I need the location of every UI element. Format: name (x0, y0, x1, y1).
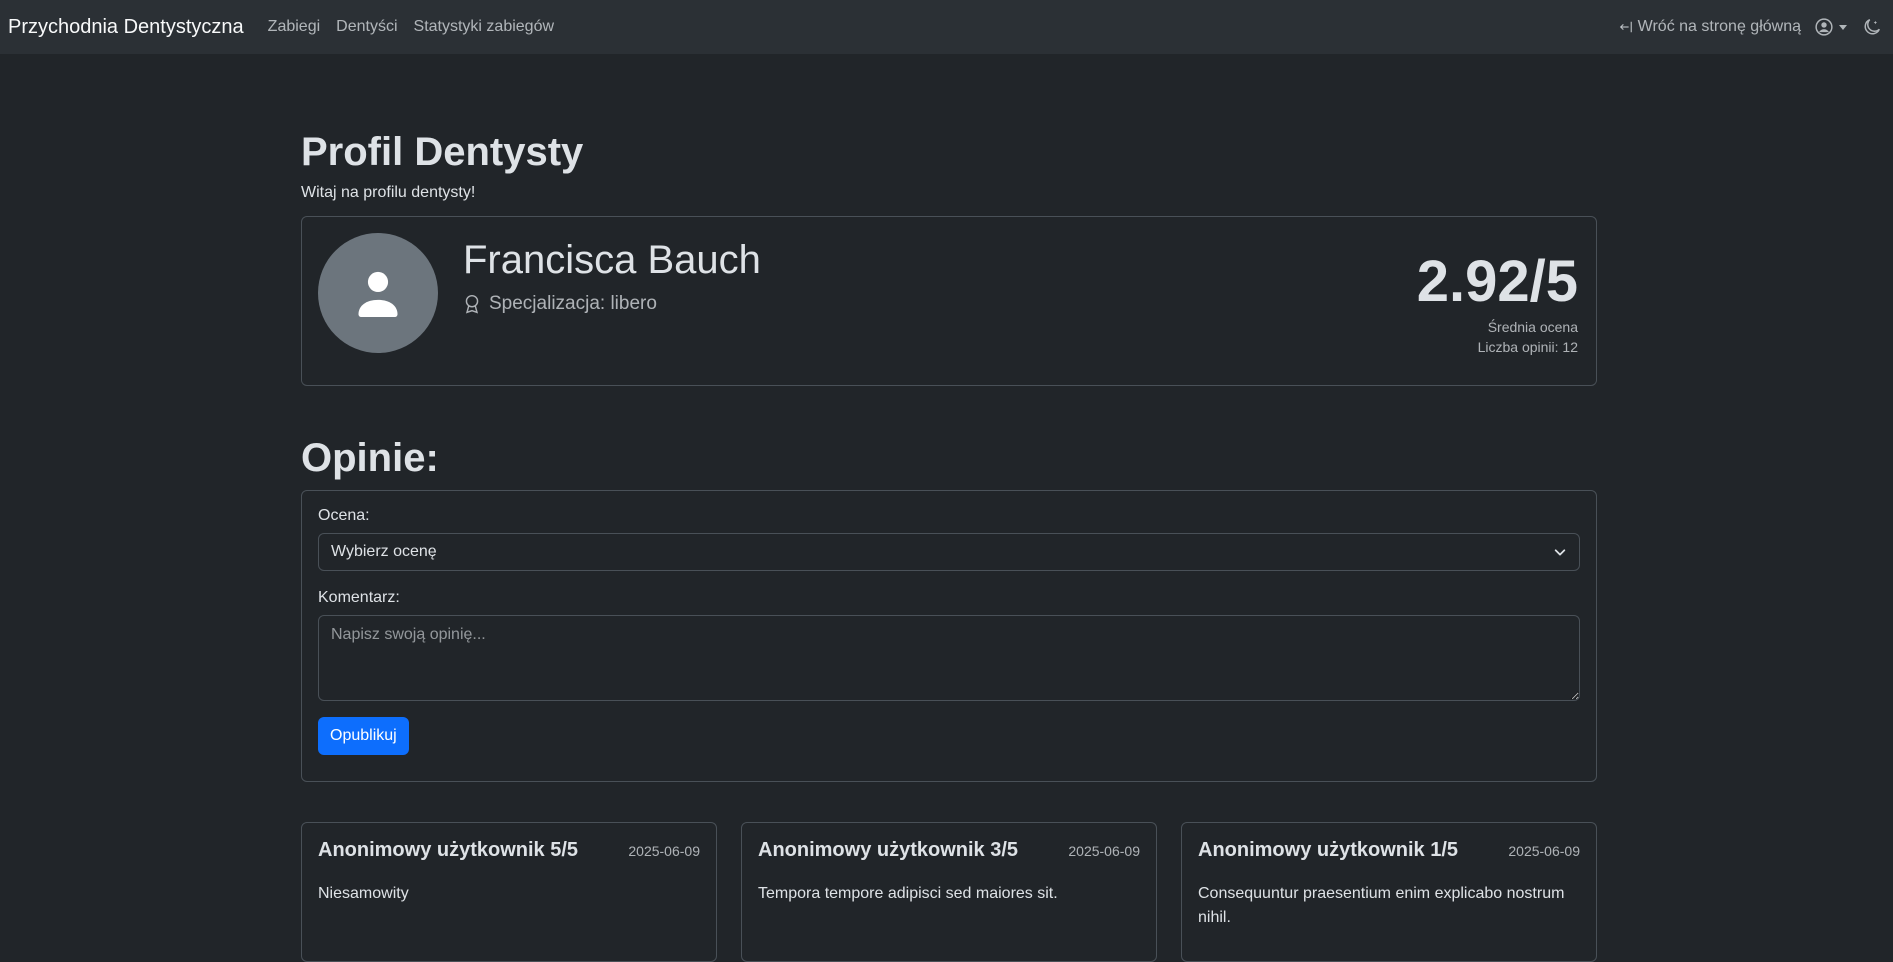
navbar: Przychodnia Dentystyczna Zabiegi Dentyśc… (0, 0, 1893, 54)
theme-toggle[interactable] (1863, 18, 1881, 36)
review-date: 2025-06-09 (628, 843, 700, 859)
review-header: Anonimowy użytkownik 5/5 2025-06-09 (318, 839, 700, 862)
review-card: Anonimowy użytkownik 5/5 2025-06-09 Nies… (301, 822, 717, 962)
comment-label: Komentarz: (318, 589, 400, 606)
chevron-down-icon (1839, 24, 1847, 30)
page-subtitle: Witaj na profilu dentysty! (301, 184, 476, 201)
review-text: Niesamowity (318, 885, 409, 902)
home-link[interactable]: Wróć na stronę główną (1619, 18, 1801, 36)
review-date: 2025-06-09 (1068, 843, 1140, 859)
review-author: Anonimowy użytkownik 3/5 (758, 839, 1019, 861)
person-circle-icon (1815, 18, 1833, 36)
main-container: Profil Dentysty Witaj na profilu dentyst… (301, 54, 1597, 962)
rating-label: Ocena: (318, 507, 370, 524)
comment-textarea[interactable] (318, 615, 1580, 701)
nav-links: Zabiegi Dentyści Statystyki zabiegów (268, 18, 570, 36)
page-title: Profil Dentysty (301, 130, 584, 174)
average-rating-label: Średnia ocena (1487, 319, 1578, 335)
moon-stars-icon (1864, 19, 1880, 35)
opinions-title: Opinie: (301, 436, 439, 480)
review-author: Anonimowy użytkownik 5/5 (318, 839, 579, 861)
person-fill-icon (358, 271, 398, 318)
specialization-label: Specjalizacja: libero (489, 293, 657, 314)
opinion-form: Ocena: Wybierz ocenę Komentarz: Opubliku… (301, 490, 1597, 782)
review-author: Anonimowy użytkownik 1/5 (1198, 839, 1459, 861)
award-icon (465, 294, 479, 314)
nav-link-statystyki[interactable]: Statystyki zabiegów (414, 18, 555, 36)
review-date: 2025-06-09 (1508, 843, 1580, 859)
nav-link-dentysci[interactable]: Dentyści (336, 18, 397, 36)
review-text: Tempora tempore adipisci sed maiores sit… (758, 885, 1058, 902)
review-header: Anonimowy użytkownik 1/5 2025-06-09 (1198, 839, 1580, 862)
publish-button[interactable]: Opublikuj (318, 717, 409, 755)
average-rating: 2.92/5 (1416, 249, 1578, 314)
nav-right: Wróć na stronę główną (1619, 18, 1885, 36)
rating-box: 2.92/5 Średnia ocena Liczba opinii: 12 (1416, 249, 1578, 356)
profile-info: Francisca Bauch Specjalizacja: libero (463, 237, 761, 315)
chevron-down-icon (1554, 549, 1566, 556)
dentist-name: Francisca Bauch (463, 238, 761, 282)
avatar (318, 233, 438, 353)
review-header: Anonimowy użytkownik 3/5 2025-06-09 (758, 839, 1140, 862)
review-card: Anonimowy użytkownik 1/5 2025-06-09 Cons… (1181, 822, 1597, 962)
home-link-label: Wróć na stronę główną (1637, 18, 1801, 35)
brand-link[interactable]: Przychodnia Dentystyczna (8, 16, 244, 39)
review-text: Consequuntur praesentium enim explicabo … (1198, 885, 1565, 926)
user-menu-dropdown[interactable] (1815, 18, 1847, 36)
rating-select-value: Wybierz ocenę (331, 543, 437, 560)
reviews-list: Anonimowy użytkownik 5/5 2025-06-09 Nies… (301, 822, 1597, 962)
profile-card: Francisca Bauch Specjalizacja: libero 2.… (301, 216, 1597, 386)
specialization: Specjalizacja: libero (463, 293, 761, 315)
nav-link-zabiegi[interactable]: Zabiegi (268, 18, 320, 36)
reviews-count: Liczba opinii: 12 (1477, 339, 1578, 355)
review-card: Anonimowy użytkownik 3/5 2025-06-09 Temp… (741, 822, 1157, 962)
rating-select[interactable]: Wybierz ocenę (318, 533, 1580, 571)
box-arrow-left-icon (1619, 21, 1632, 33)
